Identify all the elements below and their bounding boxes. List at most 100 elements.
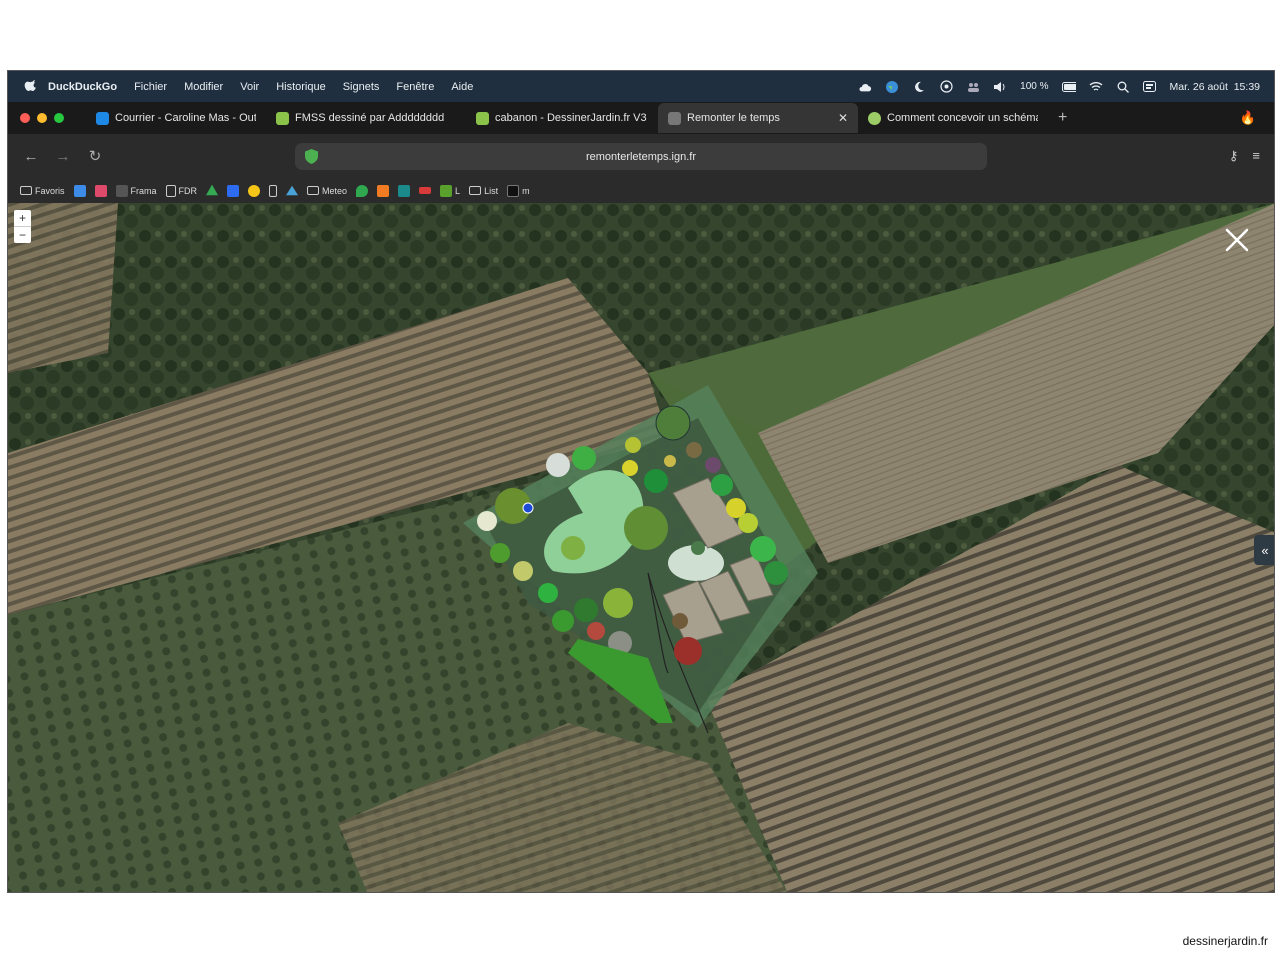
wifi-icon[interactable] (1089, 80, 1103, 94)
new-tab-button[interactable]: + (1058, 109, 1067, 127)
page-icon (165, 184, 176, 197)
bookmark-maps[interactable] (356, 184, 369, 197)
bookmark-fdr[interactable]: FDR (165, 184, 198, 197)
record-icon[interactable] (939, 80, 953, 94)
close-icon[interactable] (1222, 225, 1252, 255)
bookmark-label: m (522, 185, 530, 196)
v-icon (398, 184, 411, 197)
plant-icon (440, 184, 453, 197)
address-bar[interactable]: remonterletemps.ign.fr (295, 143, 987, 170)
volume-icon[interactable] (993, 80, 1007, 94)
forward-icon[interactable]: → (54, 148, 72, 165)
orange-icon (377, 184, 390, 197)
tab-bar: Courrier - Caroline Mas - Outlo FMSS des… (8, 102, 1274, 134)
menu-icon[interactable]: ≡ (1252, 148, 1260, 164)
bookmark-favoris[interactable]: Favoris (20, 186, 65, 196)
red-icon (419, 187, 432, 194)
browser-toolbar: ← → ↻ remonterletemps.ign.fr ⚷ ≡ (8, 134, 1274, 178)
moon-icon[interactable] (912, 80, 926, 94)
mail-icon (96, 111, 109, 125)
map-viewport[interactable]: + − « (8, 203, 1274, 892)
bulb-icon (248, 184, 261, 197)
maps-icon (356, 184, 369, 197)
bookmark-list[interactable]: List (469, 186, 498, 196)
menu-fichier[interactable]: Fichier (134, 81, 167, 93)
globe-icon[interactable] (885, 80, 899, 94)
apple-icon[interactable] (24, 79, 38, 94)
menu-bar: DuckDuckGo Fichier Modifier Voir Histori… (8, 71, 1274, 102)
tab-cabanon[interactable]: cabanon - DessinerJardin.fr V3 (466, 103, 658, 133)
bookmark-label: FDR (178, 185, 198, 196)
key-icon[interactable]: ⚷ (1229, 148, 1239, 164)
bookmark-l[interactable]: L (440, 184, 461, 197)
menu-fenetre[interactable]: Fenêtre (396, 81, 434, 93)
close-tab-icon[interactable]: ✕ (838, 111, 848, 125)
menu-modifier[interactable]: Modifier (184, 81, 223, 93)
bookmark-label: Frama (130, 185, 157, 196)
menu-voir[interactable]: Voir (240, 81, 259, 93)
zoom-window-button[interactable] (54, 113, 64, 123)
tab-label: Courrier - Caroline Mas - Outlo (115, 112, 256, 124)
tab-label: Comment concevoir un schéma (887, 112, 1038, 124)
window-controls (20, 113, 64, 123)
bookmark-mountain[interactable] (286, 185, 299, 197)
menu-signets[interactable]: Signets (343, 81, 380, 93)
back-icon[interactable]: ← (22, 148, 40, 165)
menu-historique[interactable]: Historique (276, 81, 326, 93)
bookmark-label: Meteo (322, 185, 348, 196)
sprout-icon (476, 111, 489, 125)
reload-icon[interactable]: ↻ (86, 147, 104, 165)
shield-icon[interactable] (305, 149, 318, 164)
bookmark-dropbox[interactable] (227, 184, 240, 197)
zoom-controls: + − (14, 210, 31, 243)
menu-app-name[interactable]: DuckDuckGo (48, 81, 117, 93)
bookmark-m[interactable]: m (507, 184, 530, 197)
sprout-icon (276, 111, 289, 125)
mail-icon (73, 184, 86, 197)
bookmark-bulb[interactable] (248, 184, 261, 197)
bookmark-app[interactable] (94, 184, 107, 197)
menubar-datetime[interactable]: Mar. 26 août 15:39 (1170, 81, 1260, 93)
zoom-in-button[interactable]: + (14, 210, 31, 226)
aerial-map (8, 203, 1274, 892)
control-center-icon[interactable] (1143, 80, 1157, 94)
dropbox-icon (227, 184, 240, 197)
drive-icon (206, 184, 219, 196)
bookmark-drive[interactable] (206, 184, 219, 197)
phone-icon (269, 184, 278, 197)
tab-comment-concevoir[interactable]: Comment concevoir un schéma (858, 103, 1048, 133)
bookmarks-bar: Favoris Frama FDR Meteo L List m (8, 178, 1274, 203)
bookmark-phone[interactable] (269, 184, 278, 197)
battery-icon[interactable] (1061, 80, 1076, 94)
address-url: remonterletemps.ign.fr (585, 150, 697, 163)
bookmark-frama[interactable]: Frama (115, 184, 157, 197)
bookmark-label: L (455, 185, 461, 196)
bookmark-orange[interactable] (377, 184, 390, 197)
app-icon (94, 184, 107, 197)
people-icon[interactable] (966, 80, 980, 94)
search-icon[interactable] (1116, 80, 1130, 94)
close-window-button[interactable] (20, 113, 30, 123)
leaf-icon (868, 111, 881, 125)
fire-button-icon[interactable]: 🔥 (1240, 110, 1256, 126)
bookmark-meteo[interactable]: Meteo (307, 186, 347, 196)
zoom-out-button[interactable]: − (14, 226, 31, 243)
frama-icon (115, 184, 128, 197)
tab-fmss[interactable]: FMSS dessiné par Adddddddd (266, 103, 466, 133)
bookmark-mail[interactable] (73, 184, 86, 197)
menubar-status-area: 100 % Mar. 26 août 15:39 (858, 71, 1260, 102)
screen-frame: DuckDuckGo Fichier Modifier Voir Histori… (7, 70, 1275, 893)
menu-aide[interactable]: Aide (451, 81, 473, 93)
folder-icon (469, 186, 482, 195)
parking-marker (522, 502, 534, 514)
tab-remonter-le-temps[interactable]: Remonter le temps ✕ (658, 103, 858, 133)
cloud-icon[interactable] (858, 80, 872, 94)
minimize-window-button[interactable] (37, 113, 47, 123)
bookmark-red[interactable] (419, 187, 432, 194)
side-panel-toggle[interactable]: « (1254, 535, 1274, 565)
bookmark-label: Favoris (35, 185, 65, 196)
tt-icon (507, 184, 520, 197)
bookmark-label: List (484, 185, 499, 196)
bookmark-v[interactable] (398, 184, 411, 197)
tab-courrier[interactable]: Courrier - Caroline Mas - Outlo (86, 103, 266, 133)
